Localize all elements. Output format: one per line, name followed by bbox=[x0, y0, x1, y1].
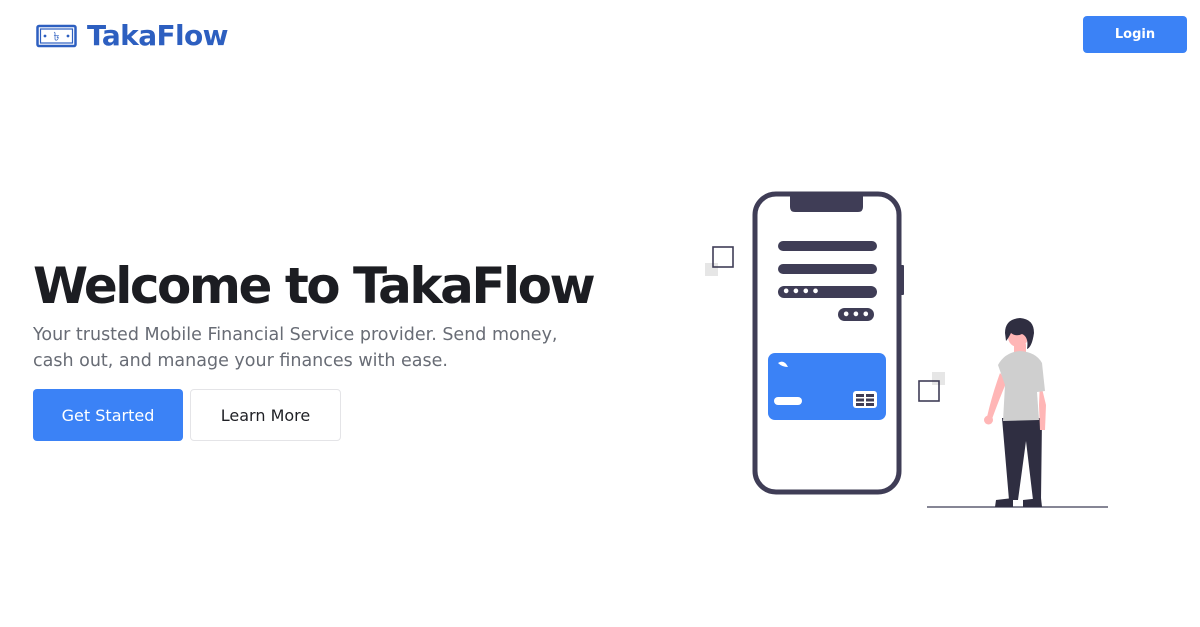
pin-dots: •••• bbox=[782, 285, 821, 300]
credit-card bbox=[768, 353, 886, 420]
login-button[interactable]: Login bbox=[1083, 16, 1187, 53]
hero-title: Welcome to TakaFlow bbox=[33, 257, 596, 315]
person-with-phone-illustration: •••• ••• bbox=[705, 191, 1108, 508]
hero-subtitle: Your trusted Mobile Financial Service pr… bbox=[33, 325, 558, 371]
get-started-button[interactable]: Get Started bbox=[33, 389, 183, 441]
otp-pill: ••• bbox=[838, 308, 874, 323]
pin-field: •••• bbox=[778, 285, 877, 300]
learn-more-button[interactable]: Learn More bbox=[190, 389, 341, 441]
phone-mockup: •••• ••• bbox=[752, 191, 904, 495]
phone-notch bbox=[790, 196, 863, 212]
brand-name: TakaFlow bbox=[87, 19, 229, 52]
otp-dots: ••• bbox=[842, 308, 871, 323]
navbar: ৳ TakaFlow Login bbox=[0, 0, 1200, 70]
person-figure bbox=[984, 318, 1046, 507]
banknote-taka-icon: ৳ bbox=[36, 24, 77, 48]
brand-logo[interactable]: ৳ TakaFlow bbox=[36, 18, 229, 54]
taka-symbol: ৳ bbox=[54, 30, 60, 44]
